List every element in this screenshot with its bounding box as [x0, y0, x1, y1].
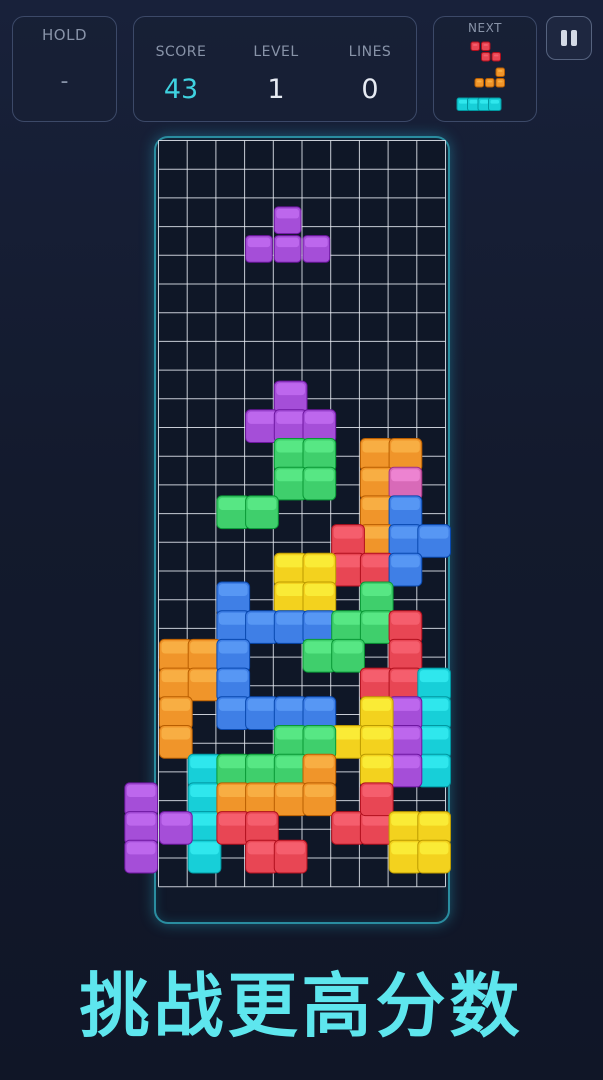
board-block [216, 667, 251, 702]
falling-piece-block [273, 235, 302, 263]
board-block [359, 524, 394, 558]
board-block [216, 638, 251, 673]
board-block [388, 696, 423, 730]
board-block [302, 782, 337, 817]
board-block [245, 782, 279, 817]
board-block [273, 839, 308, 874]
board-block [331, 524, 365, 558]
board-block [388, 524, 423, 558]
board-block [273, 753, 308, 788]
board-block [216, 495, 251, 530]
game-board[interactable] [0, 0, 603, 940]
board-block [187, 667, 222, 702]
board-block [302, 466, 337, 501]
board-block [245, 839, 279, 874]
board-block [388, 811, 423, 845]
board-block [359, 466, 394, 501]
board-block [359, 753, 394, 788]
board-block [359, 438, 394, 472]
board-block [417, 696, 451, 730]
board-block [124, 839, 159, 874]
board-block [273, 466, 308, 501]
board-block [331, 811, 365, 845]
board-block [417, 725, 451, 759]
board-block [359, 725, 394, 759]
board-block [388, 725, 423, 759]
board-block [187, 782, 222, 817]
board-block [302, 725, 337, 759]
board-block [159, 811, 193, 845]
board-block [359, 811, 394, 845]
board-block [388, 552, 423, 587]
board-block [388, 495, 423, 530]
falling-piece-block [302, 235, 331, 263]
board-block [159, 638, 193, 673]
board-block [273, 581, 308, 616]
board-block [273, 610, 308, 644]
board-block [245, 696, 279, 730]
board-block [216, 610, 251, 644]
falling-piece-block [245, 235, 273, 263]
board-block [388, 466, 423, 501]
slogan-text: 挑战更高分数 [79, 965, 524, 1047]
board-block [359, 782, 394, 817]
board-block [302, 552, 337, 587]
board-block [417, 524, 451, 558]
board-block [187, 839, 222, 874]
board-block [417, 667, 451, 702]
board-block [273, 380, 308, 415]
board-block [331, 638, 365, 673]
board-block [216, 782, 251, 817]
board-block [302, 753, 337, 788]
board-block [302, 610, 337, 644]
board-block [331, 552, 365, 587]
board-block [216, 811, 251, 845]
board-block [417, 839, 451, 874]
board-block [302, 696, 337, 730]
board-block [187, 638, 222, 673]
board-block [331, 610, 365, 644]
board-block [302, 409, 337, 443]
board-block [302, 438, 337, 472]
board-block [124, 811, 159, 845]
board-block [273, 409, 308, 443]
board-block [245, 495, 279, 530]
board-block [388, 667, 423, 702]
board-block [359, 610, 394, 644]
board-block [359, 495, 394, 530]
board-block [245, 811, 279, 845]
board-block [388, 839, 423, 874]
board-block [417, 753, 451, 788]
board-block [273, 696, 308, 730]
board-block [388, 438, 423, 472]
board-block [187, 753, 222, 788]
board-block [388, 638, 423, 673]
board-block [216, 696, 251, 730]
board-block [273, 782, 308, 817]
falling-piece-block [273, 206, 302, 235]
board-block [359, 667, 394, 702]
board-block [302, 581, 337, 616]
board-block [216, 753, 251, 788]
board-block [159, 667, 193, 702]
board-block [359, 581, 394, 616]
board-block [359, 696, 394, 730]
board-block [273, 438, 308, 472]
board-block [273, 552, 308, 587]
board-block [245, 409, 279, 443]
board-block [124, 782, 159, 817]
board-block [159, 725, 193, 759]
board-block [216, 581, 251, 616]
board-block [331, 725, 365, 759]
board-block [245, 610, 279, 644]
board-block [245, 753, 279, 788]
board-block [388, 610, 423, 644]
board-block [187, 811, 222, 845]
board-block [417, 811, 451, 845]
board-block [302, 638, 337, 673]
board-block [359, 552, 394, 587]
board-block [273, 725, 308, 759]
board-block [159, 696, 193, 730]
board-block [388, 753, 423, 788]
